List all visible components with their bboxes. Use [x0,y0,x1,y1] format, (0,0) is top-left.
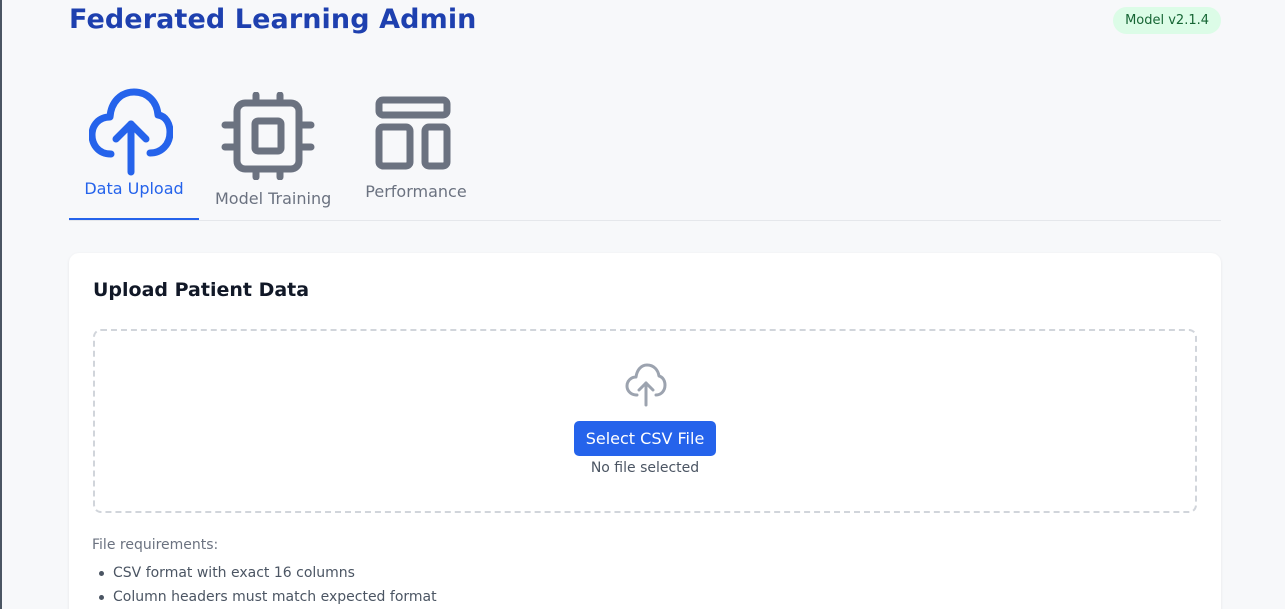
window-edge [0,0,2,609]
requirements-list: CSV format with exact 16 columns Column … [97,564,437,609]
cloud-upload-icon [625,363,667,407]
select-csv-button[interactable]: Select CSV File [574,421,716,456]
tab-label: Performance [365,182,467,201]
upload-card: Upload Patient Data Select CSV File No f… [69,253,1221,609]
tab-bar: Data Upload Model Training Performance [69,86,1221,221]
tab-performance[interactable]: Performance [359,86,473,220]
card-title: Upload Patient Data [93,279,310,301]
tab-label: Data Upload [84,179,184,198]
layout-panels-icon [375,96,451,170]
requirement-item: Column headers must match expected forma… [97,588,437,609]
cpu-chip-icon [221,92,315,180]
tab-model-training[interactable]: Model Training [215,86,331,220]
requirement-item: CSV format with exact 16 columns [97,564,437,588]
tab-label: Model Training [215,189,332,208]
file-dropzone[interactable]: Select CSV File No file selected [93,329,1197,513]
app-container: Federated Learning Admin Model v2.1.4 Da… [69,0,1221,609]
app-title: Federated Learning Admin [69,4,477,35]
cloud-upload-icon [89,88,173,176]
tab-data-upload[interactable]: Data Upload [69,86,199,220]
file-status-text: No file selected [590,460,700,476]
requirements-title: File requirements: [92,537,219,553]
model-version-badge: Model v2.1.4 [1113,7,1221,34]
